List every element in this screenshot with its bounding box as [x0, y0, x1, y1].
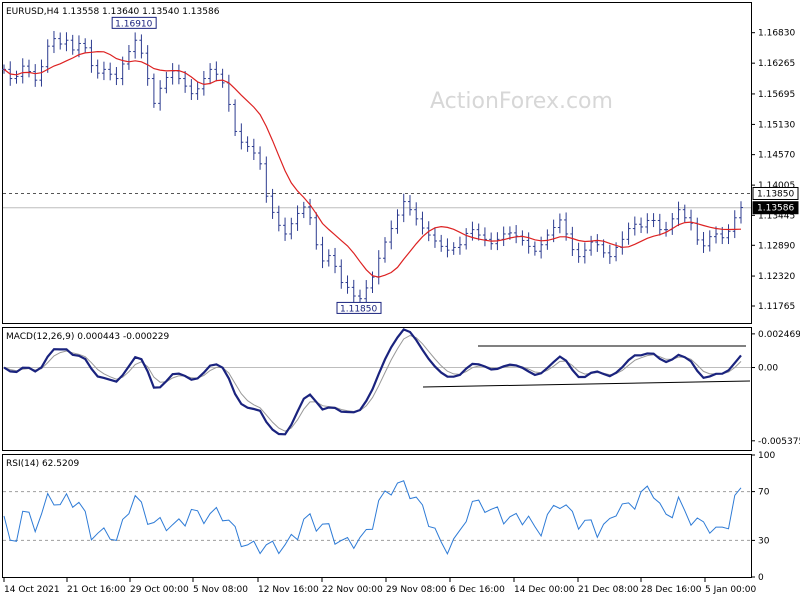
price-axis-tick-label: 1.14570 [758, 151, 795, 161]
price-annotation-label: 1.16910 [115, 19, 152, 29]
rsi-axis-tick-label: 0 [758, 573, 764, 583]
price-axis-tick-label: 1.15130 [758, 120, 795, 130]
price-title: EURUSD,H4 1.13558 1.13640 1.13540 1.1358… [6, 7, 220, 17]
price-axis-tick-label: 1.11765 [758, 302, 795, 312]
forex-chart: ActionForex.com 1.16910 1.11850 1.16830 1.… [2, 2, 800, 595]
price-axis-tick-label: 1.15695 [758, 90, 795, 100]
price-panel-frame [2, 2, 752, 324]
rsi-axis-tick-label: 70 [758, 488, 770, 498]
time-axis-label: 12 Nov 16:00 [258, 585, 319, 595]
time-axis-label: 29 Oct 00:00 [130, 585, 189, 595]
macd-axis-tick-label: 0.002469 [758, 330, 800, 340]
macd-title: MACD(12,26,9) 0.000443 -0.000229 [6, 332, 169, 342]
time-axis-label: 5 Nov 08:00 [193, 585, 248, 595]
macd-axis-tick-label: 0.00 [758, 364, 778, 374]
watermark: ActionForex.com [430, 89, 613, 114]
macd-axis-tick-label: -0.005375 [758, 437, 800, 447]
price-level-tag-label: 1.13850 [757, 189, 794, 199]
time-axis-label: 14 Dec 00:00 [514, 585, 575, 595]
rsi-axis-tick-label: 100 [758, 451, 775, 461]
price-annotation-label: 1.11850 [340, 304, 377, 314]
time-axis-label: 28 Dec 16:00 [641, 585, 702, 595]
time-axis-label: 14 Oct 2021 [4, 585, 60, 595]
time-axis-label: 22 Nov 00:00 [322, 585, 383, 595]
time-axis-label: 5 Jan 00:00 [705, 585, 757, 595]
time-axis-label: 21 Oct 16:00 [67, 585, 126, 595]
rsi-panel-frame [2, 454, 752, 578]
time-axis-label: 21 Dec 08:00 [578, 585, 639, 595]
price-annotation: 1.11850 [336, 301, 382, 314]
price-axis-tick-label: 1.16830 [758, 29, 795, 39]
rsi-title: RSI(14) 62.5209 [6, 459, 79, 469]
price-axis-tick-label: 1.16265 [758, 59, 795, 69]
price-axis-tick-label: 1.12890 [758, 241, 795, 251]
time-axis-label: 29 Nov 08:00 [386, 585, 447, 595]
price-annotation: 1.16910 [111, 16, 157, 29]
price-axis-tick-label: 1.12320 [758, 272, 795, 282]
rsi-axis-tick-label: 30 [758, 536, 770, 546]
price-level-tag-label: 1.13586 [757, 204, 794, 214]
time-axis-label: 6 Dec 16:00 [450, 585, 505, 595]
